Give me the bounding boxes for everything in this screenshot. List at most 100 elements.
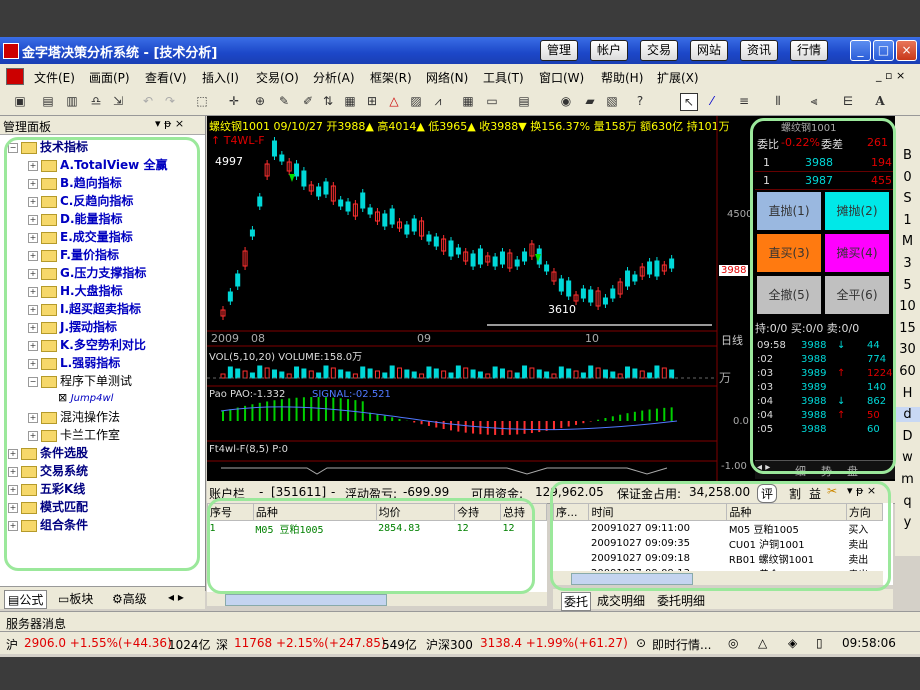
lock-icon[interactable]: ▨ (408, 93, 424, 109)
nav-news-button[interactable]: 资讯 (740, 40, 778, 61)
tab-orders[interactable]: 委托 (561, 592, 592, 611)
fan-tool-icon[interactable]: ⫷ (806, 93, 822, 109)
menu-extend[interactable]: 扩展(X) (657, 69, 699, 86)
nav-manage-button[interactable]: 管理 (540, 40, 578, 61)
tab-order-detail[interactable]: 委托明细 (657, 592, 705, 609)
period-option[interactable]: 30 (895, 342, 920, 357)
nav-quote-button[interactable]: 行情 (790, 40, 828, 61)
menu-help[interactable]: 帮助(H) (601, 69, 643, 86)
tab-sector[interactable]: ▭板块 (58, 590, 93, 607)
radar-icon[interactable]: ◎ (728, 636, 738, 650)
volume-bar (588, 365, 594, 379)
nav-website-button[interactable]: 网站 (690, 40, 728, 61)
volume-bar (271, 369, 277, 379)
period-option[interactable]: D (895, 429, 920, 444)
period-option[interactable]: 15 (895, 321, 920, 336)
period-option[interactable]: w (895, 450, 920, 465)
nav-trade-button[interactable]: 交易 (640, 40, 678, 61)
period-option[interactable]: 1 (895, 213, 920, 228)
line-tool-icon[interactable]: ⁄ (704, 93, 720, 109)
alert-icon[interactable]: △ (386, 93, 402, 109)
price-chart[interactable]: 螺纹钢1001 09/10/27 开3988▲ 高4014▲ 低3965▲ 收3… (207, 116, 755, 481)
period-option[interactable]: S (895, 191, 920, 206)
period-option[interactable]: q (895, 494, 920, 509)
window-icon[interactable]: ▥ (64, 93, 80, 109)
sz-index[interactable]: 11768 +2.15%(+247.85) (234, 636, 386, 650)
hs300-index[interactable]: 3138.4 +1.99%(+61.27) (480, 636, 628, 650)
grid-icon[interactable]: ▦ (460, 93, 476, 109)
zoom-icon[interactable]: ⊕ (252, 93, 268, 109)
server-message-tab[interactable]: 服务器消息 (6, 615, 66, 632)
scroll-thumb[interactable] (225, 594, 387, 606)
period-option[interactable]: d (895, 407, 920, 423)
menu-network[interactable]: 网络(N) (426, 69, 468, 86)
text-tool-icon[interactable]: A (872, 93, 888, 109)
tab-advanced[interactable]: ⚙高级 (112, 590, 147, 607)
menu-file[interactable]: 文件(E) (34, 69, 75, 86)
realtime-quote[interactable]: 即时行情... (652, 636, 711, 653)
volume-bar (360, 366, 366, 379)
binocular-icon[interactable]: ♎ (88, 93, 104, 109)
chart-canvas[interactable] (207, 116, 755, 481)
open-icon[interactable]: ▣ (12, 93, 28, 109)
period-option[interactable]: M (895, 234, 920, 249)
menu-view-frame[interactable]: 画面(P) (89, 69, 130, 86)
menu-frame[interactable]: 框架(R) (370, 69, 412, 86)
sh-index[interactable]: 2906.0 +1.55%(+44.36) (24, 636, 172, 650)
bell-icon[interactable]: △ (758, 636, 767, 650)
chart-icon[interactable]: ▦ (342, 93, 358, 109)
period-option[interactable]: 3 (895, 256, 920, 271)
table-icon[interactable]: ▤ (516, 93, 532, 109)
period-option[interactable]: 10 (895, 299, 920, 314)
tab-formula[interactable]: ▤公式 (4, 590, 48, 609)
close-button[interactable]: × (896, 40, 917, 61)
tag-icon[interactable]: ◈ (788, 636, 797, 650)
menu-window[interactable]: 窗口(W) (539, 69, 584, 86)
panel-controls[interactable]: ▾ ᵽ × (155, 117, 184, 130)
graph-icon[interactable]: ⩘ (430, 93, 446, 109)
positions-hscroll[interactable] (207, 592, 547, 606)
menu-insert[interactable]: 插入(I) (202, 69, 239, 86)
period-label[interactable]: 日线 (721, 332, 743, 348)
redo-icon[interactable]: ↷ (162, 93, 178, 109)
period-option[interactable]: 5 (895, 278, 920, 293)
crosshair-icon[interactable]: ✛ (226, 93, 242, 109)
menu-view[interactable]: 查看(V) (145, 69, 187, 86)
period-option[interactable]: B (895, 148, 920, 163)
tab-nav-arrows[interactable]: ◂ ▸ (168, 590, 184, 604)
candle-body (610, 288, 616, 299)
doc2-icon[interactable]: ▧ (604, 93, 620, 109)
period-option[interactable]: y (895, 515, 920, 530)
sort-icon[interactable]: ⇅ (320, 93, 336, 109)
mdi-controls[interactable]: _ ▫ × (876, 69, 905, 82)
menu-tools[interactable]: 工具(T) (483, 69, 524, 86)
menu-trade[interactable]: 交易(O) (256, 69, 299, 86)
minimize-button[interactable]: _ (850, 40, 871, 61)
channel-tool-icon[interactable]: ⋿ (840, 93, 856, 109)
note-icon[interactable]: ▰ (582, 93, 598, 109)
pencil-icon[interactable]: ✎ (276, 93, 292, 109)
pointer-icon[interactable]: ↖ (680, 93, 698, 111)
export-icon[interactable]: ⇲ (110, 93, 126, 109)
pao-label: Pao PAO:-1.332 (209, 389, 286, 400)
period-option[interactable]: 60 (895, 364, 920, 379)
help-icon[interactable]: ? (632, 93, 648, 109)
vline-tool-icon[interactable]: ⦀ (770, 93, 786, 109)
db-icon[interactable]: ◉ (558, 93, 574, 109)
hline-tool-icon[interactable]: ≡ (736, 93, 752, 109)
menu-analysis[interactable]: 分析(A) (313, 69, 355, 86)
maximize-button[interactable]: □ (873, 40, 894, 61)
period-option[interactable]: m (895, 472, 920, 487)
calc-icon[interactable]: ⊞ (364, 93, 380, 109)
layout-icon[interactable]: ▤ (40, 93, 56, 109)
edit-icon[interactable]: ✐ (300, 93, 316, 109)
title-bar: 金字塔决策分析系统 - [技术分析] 管理 帐户 交易 网站 资讯 行情 _ □… (0, 37, 920, 64)
select-tool-icon[interactable]: ⬚ (194, 93, 210, 109)
period-option[interactable]: H (895, 386, 920, 401)
book-icon[interactable]: ▯ (816, 636, 823, 650)
layout2-icon[interactable]: ▭ (484, 93, 500, 109)
tab-fills[interactable]: 成交明细 (597, 592, 645, 609)
period-option[interactable]: 0 (895, 170, 920, 185)
undo-icon[interactable]: ↶ (140, 93, 156, 109)
nav-account-button[interactable]: 帐户 (590, 40, 628, 61)
